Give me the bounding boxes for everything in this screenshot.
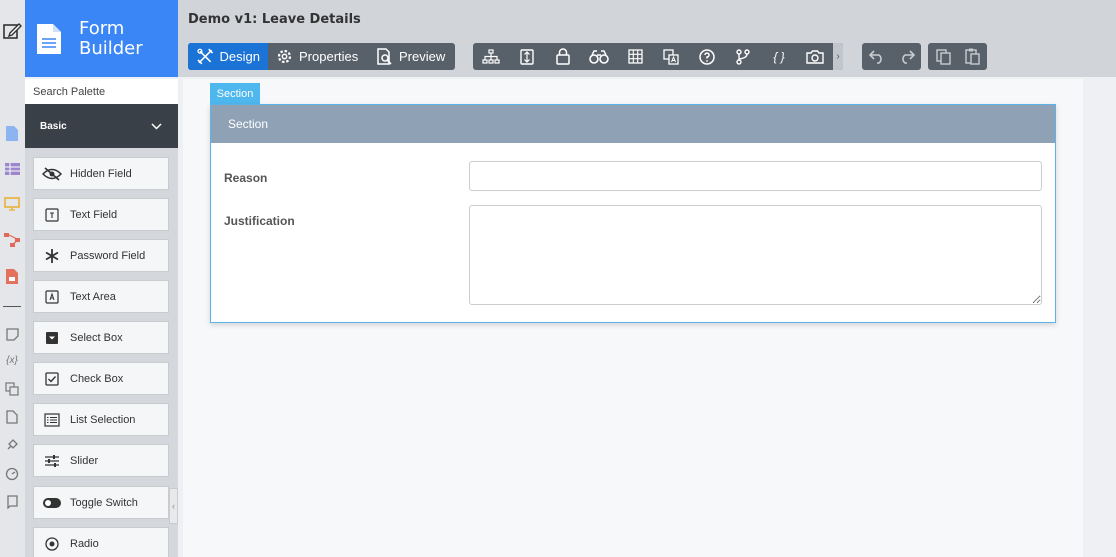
toggle-icon <box>42 494 62 512</box>
translate-icon[interactable] <box>3 380 21 398</box>
reason-label: Reason <box>224 171 268 185</box>
palette-item-hidden-field[interactable]: Hidden Field <box>33 157 169 190</box>
design-tools-icon <box>197 48 214 65</box>
lock-icon[interactable] <box>545 43 581 70</box>
form-title: Demo v1: Leave Details <box>188 12 361 27</box>
text-field-icon <box>42 206 62 224</box>
form-document-icon <box>37 23 61 54</box>
text-area-icon <box>42 288 62 306</box>
palette-item-label: Password Field <box>70 249 146 262</box>
palette-item-label: List Selection <box>70 413 136 426</box>
palette-item-check-box[interactable]: Check Box <box>33 362 169 395</box>
note-icon[interactable] <box>3 325 21 343</box>
edit-icon[interactable] <box>1 20 23 42</box>
binoculars-icon[interactable] <box>581 43 617 70</box>
palette-item-text-area[interactable]: Text Area <box>33 280 169 313</box>
justification-label: Justification <box>224 214 295 228</box>
tools-toolbar: { } › <box>473 43 843 70</box>
category-label: Basic <box>40 120 67 132</box>
builder-header: Demo v1: Leave Details Design Properties… <box>178 0 1116 77</box>
copy-icon[interactable] <box>928 43 958 70</box>
palette-item-label: Text Field <box>70 208 118 221</box>
document-icon[interactable] <box>3 124 21 142</box>
monitor-icon[interactable] <box>3 195 21 213</box>
help-icon[interactable] <box>689 43 725 70</box>
pdf-icon[interactable] <box>3 267 21 285</box>
palette-item-select-box[interactable]: Select Box <box>33 321 169 354</box>
design-tab[interactable]: Design <box>188 43 268 70</box>
sliders-icon <box>42 452 62 470</box>
properties-tab[interactable]: Properties <box>268 43 368 70</box>
brand-line1: Form <box>79 17 125 39</box>
chevron-down-icon <box>151 122 162 130</box>
search-palette-input[interactable] <box>25 79 178 104</box>
palette-item-label: Radio <box>70 537 99 550</box>
paste-icon[interactable] <box>958 43 987 70</box>
undo-icon[interactable] <box>862 43 892 70</box>
braces-icon[interactable]: { } <box>761 43 797 70</box>
brand-line2: Builder <box>79 37 143 59</box>
justification-textarea[interactable] <box>469 205 1042 305</box>
preview-search-icon <box>377 47 392 65</box>
section-header: Section <box>211 105 1055 143</box>
preview-tab[interactable]: Preview <box>368 43 455 70</box>
camera-icon[interactable] <box>797 43 833 70</box>
file-icon[interactable] <box>3 408 21 426</box>
gauge-icon[interactable] <box>3 465 21 483</box>
palette-item-slider[interactable]: Slider <box>33 444 169 477</box>
table-icon[interactable] <box>3 160 21 178</box>
collapse-palette-button[interactable]: ‹ <box>169 488 178 524</box>
palette-item-label: Hidden Field <box>70 167 132 180</box>
hierarchy-icon[interactable] <box>473 43 509 70</box>
select-box-icon <box>42 329 62 347</box>
left-icon-rail: {x} <box>0 0 25 557</box>
palette-item-toggle-switch[interactable]: Toggle Switch <box>33 486 169 519</box>
flow-icon[interactable] <box>3 231 21 249</box>
history-toolbar <box>862 43 921 70</box>
category-dropdown[interactable]: Basic <box>25 104 178 148</box>
design-label: Design <box>219 49 260 64</box>
redo-icon[interactable] <box>892 43 921 70</box>
properties-label: Properties <box>299 49 359 64</box>
rail-divider <box>3 306 21 307</box>
palette-item-password-field[interactable]: Password Field <box>33 239 169 272</box>
radio-icon <box>42 535 62 553</box>
list-icon <box>42 411 62 429</box>
gear-icon <box>277 49 292 64</box>
palette-list: Hidden Field Text Field Password Field T… <box>25 148 178 557</box>
palette-item-radio[interactable]: Radio <box>33 527 169 557</box>
eye-slash-icon <box>42 165 62 183</box>
palette-item-label: Toggle Switch <box>70 496 138 509</box>
palette-item-label: Slider <box>70 454 99 467</box>
brand-title: Form Builder <box>79 17 143 59</box>
palette-item-label: Check Box <box>70 372 124 385</box>
scroll-icon[interactable] <box>3 493 21 511</box>
checkbox-icon <box>42 370 62 388</box>
branch-icon[interactable] <box>725 43 761 70</box>
brand-header: Form Builder <box>25 0 178 77</box>
translate-icon[interactable] <box>653 43 689 70</box>
section-tab[interactable]: Section <box>210 83 260 104</box>
grid-icon[interactable] <box>617 43 653 70</box>
preview-label: Preview <box>399 49 446 64</box>
palette-item-list-selection[interactable]: List Selection <box>33 403 169 436</box>
plugin-icon[interactable] <box>3 436 21 454</box>
reason-input[interactable] <box>469 161 1042 191</box>
palette-item-label: Select Box <box>70 331 123 344</box>
clipboard-toolbar <box>928 43 987 70</box>
palette-item-text-field[interactable]: Text Field <box>33 198 169 231</box>
mode-tabs: Design Properties Preview <box>188 43 455 70</box>
palette-item-label: Text Area <box>70 290 116 303</box>
asterisk-icon <box>42 247 62 265</box>
variable-icon[interactable]: {x} <box>3 351 21 369</box>
toolbar-scroll-right[interactable]: › <box>833 43 843 70</box>
form-section[interactable]: Section Reason Justification <box>210 104 1056 323</box>
database-icon[interactable] <box>509 43 545 70</box>
